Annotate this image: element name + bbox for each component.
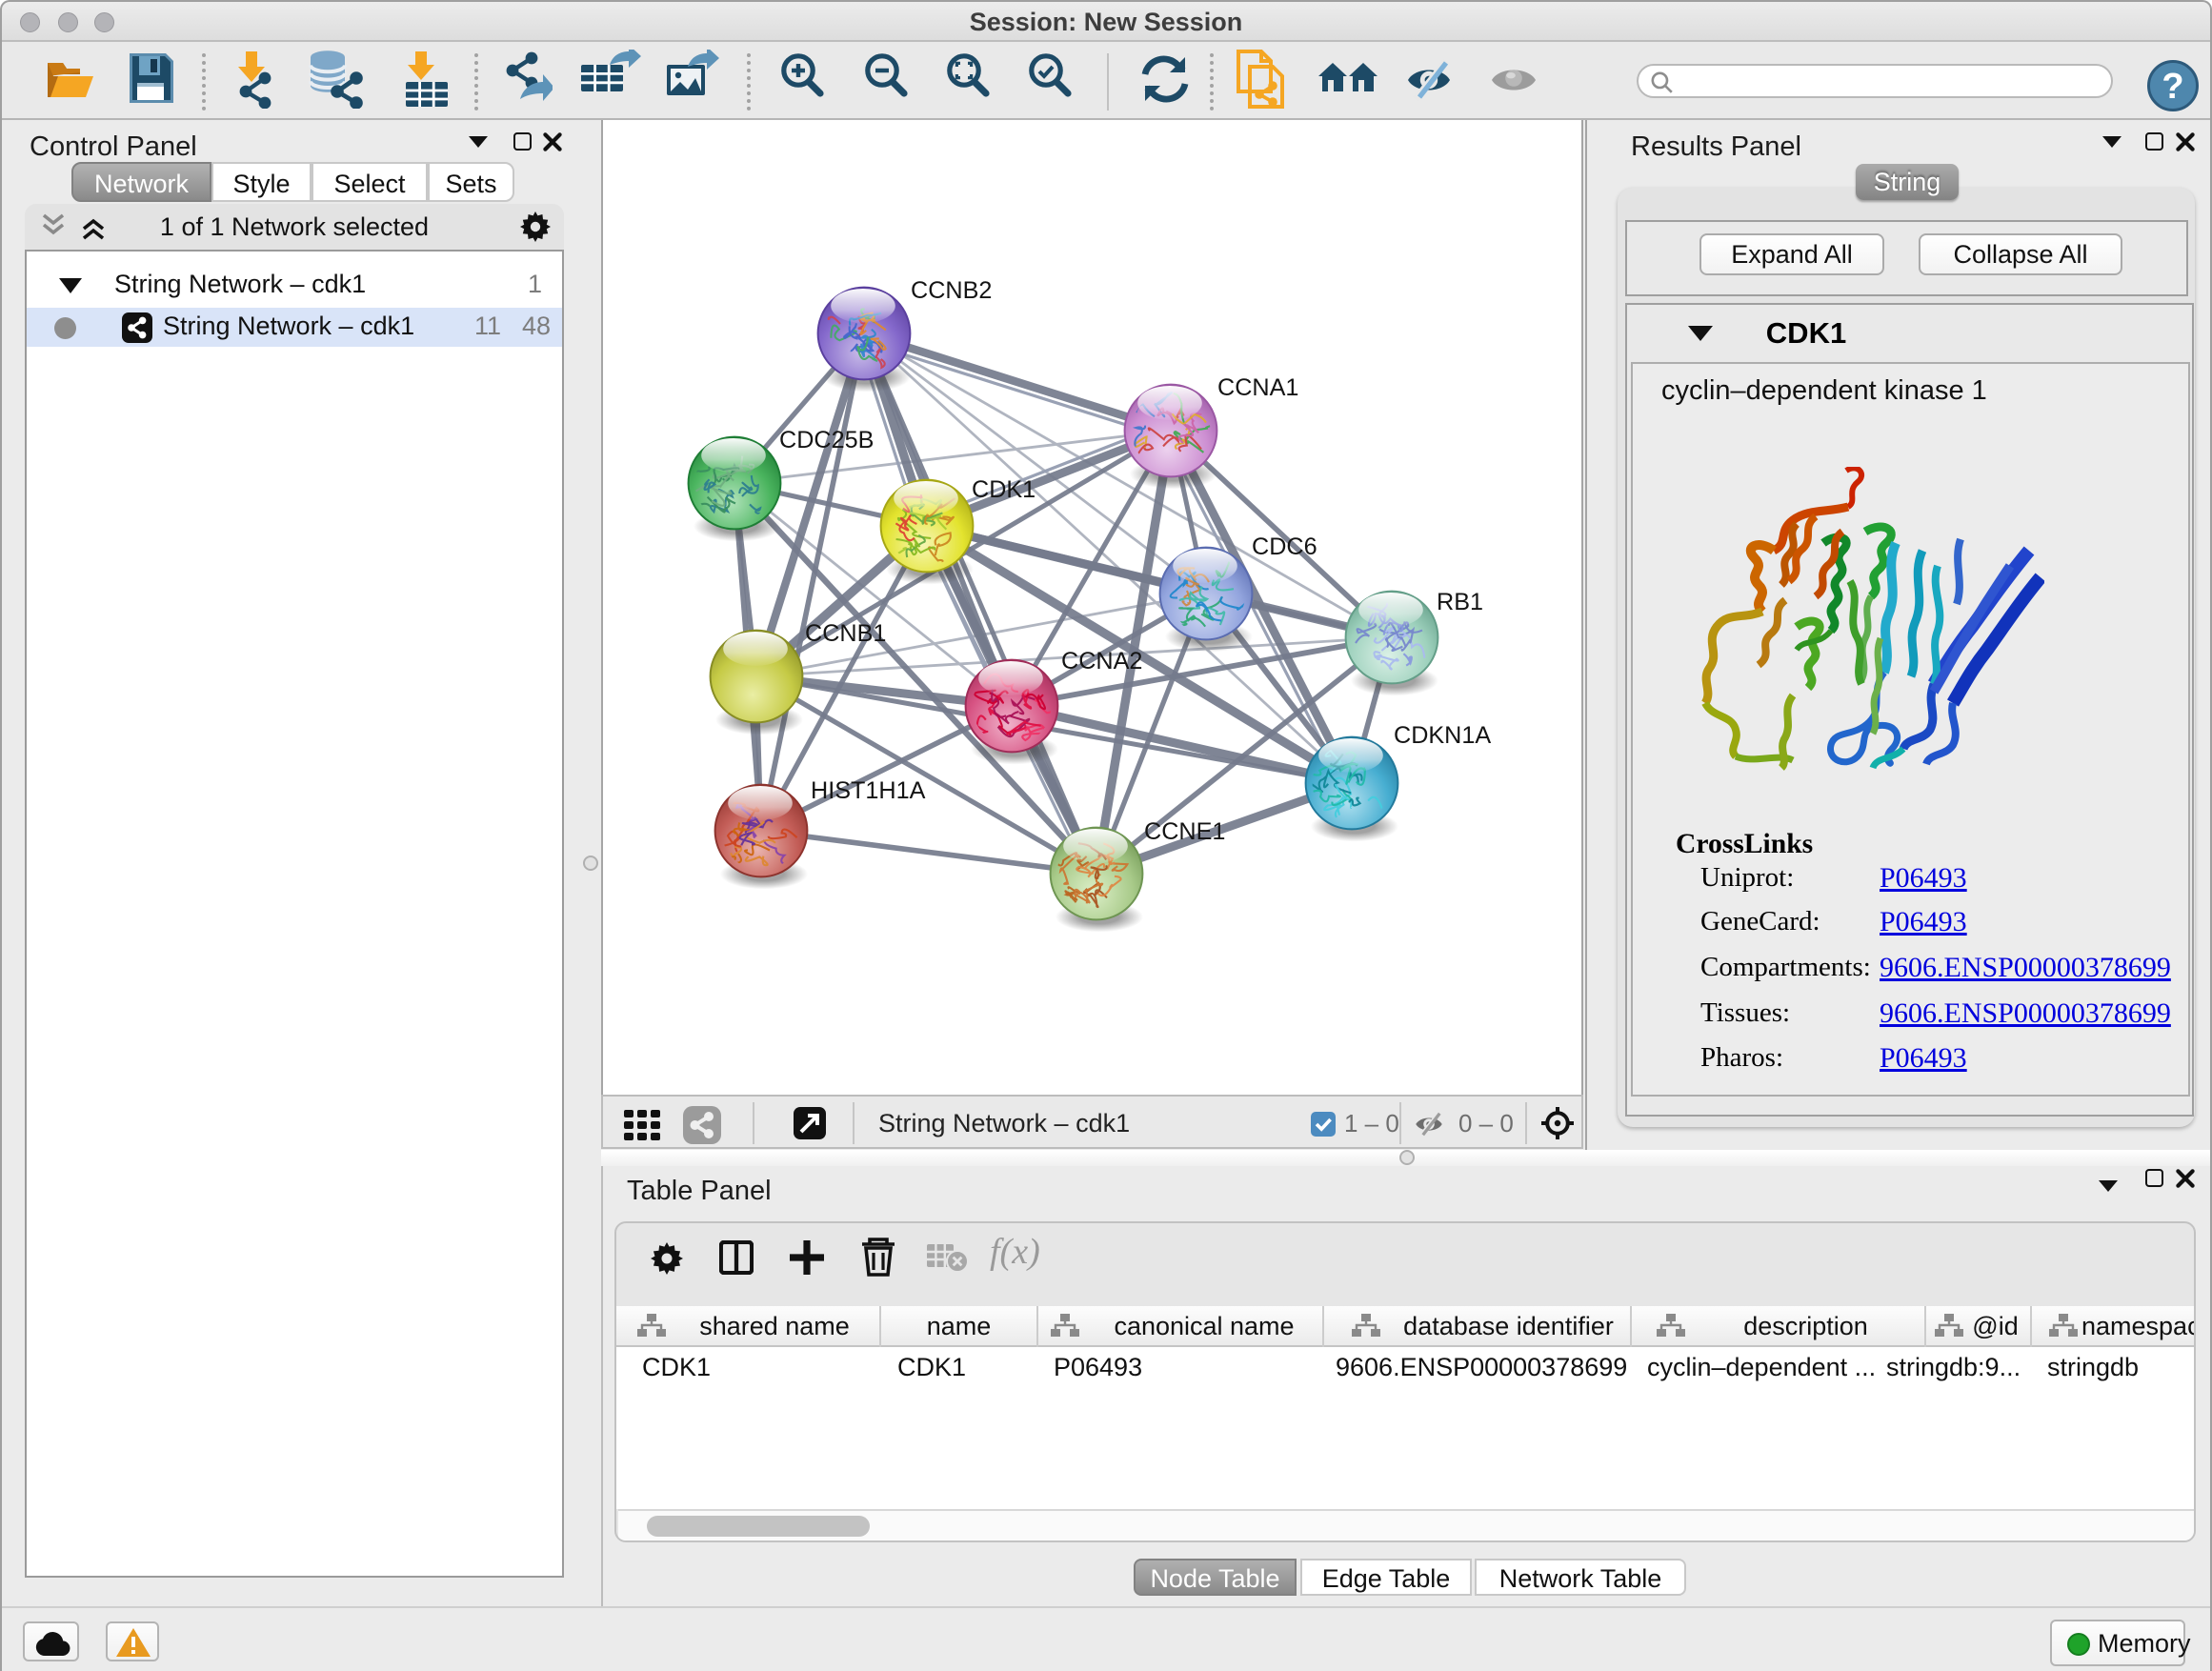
svg-text:CCNA2: CCNA2 [1061,648,1142,674]
svg-text:CCNE1: CCNE1 [1144,818,1225,845]
svg-text:HIST1H1A: HIST1H1A [811,777,926,804]
svg-text:CDKN1A: CDKN1A [1394,722,1491,749]
svg-text:CDK1: CDK1 [972,476,1036,503]
svg-text:RB1: RB1 [1437,589,1483,615]
svg-text:CCNB1: CCNB1 [805,620,886,647]
svg-text:CCNA1: CCNA1 [1217,374,1298,401]
svg-text:CCNB2: CCNB2 [911,277,992,304]
svg-text:CDC25B: CDC25B [779,427,874,453]
svg-text:CDC6: CDC6 [1252,534,1317,560]
